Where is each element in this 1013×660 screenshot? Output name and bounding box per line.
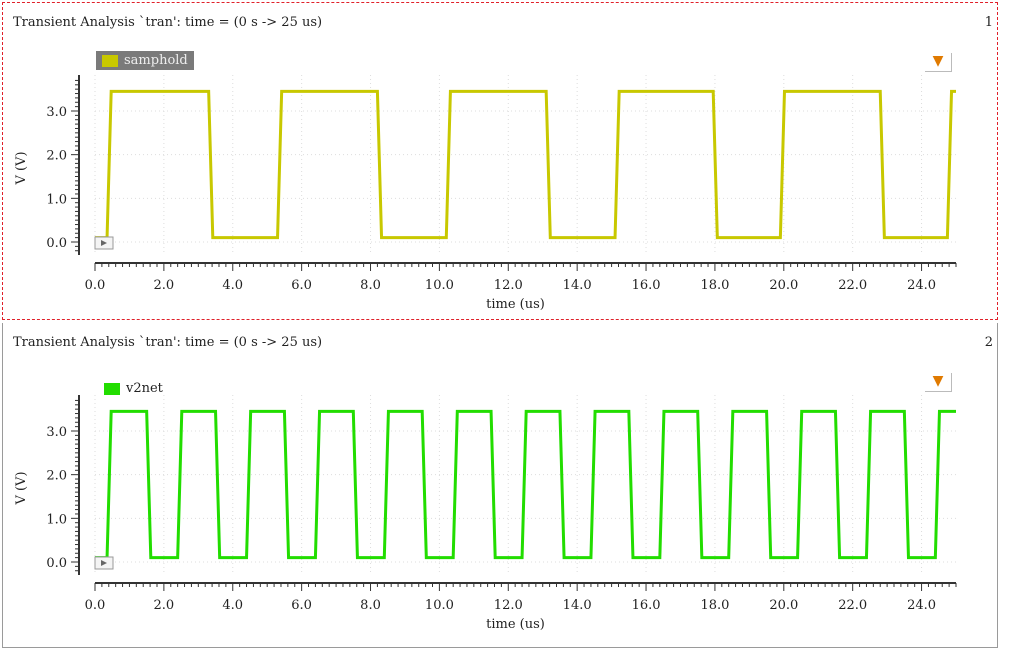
x-tick-label: 10.0: [425, 278, 454, 293]
x-tick-label: 20.0: [769, 278, 798, 293]
x-tick-label: 16.0: [632, 278, 661, 293]
x-tick-label: 22.0: [838, 598, 867, 613]
x-tick-label: 0.0: [85, 598, 106, 613]
x-tick-label: 12.0: [494, 278, 523, 293]
legend-swatch: [102, 54, 118, 67]
y-tick-label: 2.0: [46, 149, 67, 164]
y-tick-label: 1.0: [46, 192, 67, 207]
x-tick-label: 4.0: [222, 598, 243, 613]
legend-label: v2net: [126, 381, 163, 396]
waveform-v2net: [95, 409, 956, 560]
y-tick-label: 2.0: [46, 469, 67, 484]
plot-panel-1[interactable]: Transient Analysis `tran': time = (0 s -…: [2, 2, 998, 320]
x-tick-label: 22.0: [838, 278, 867, 293]
x-tick-label: 18.0: [700, 278, 729, 293]
x-tick-label: 2.0: [154, 598, 175, 613]
filter-icon[interactable]: ▼: [925, 53, 952, 72]
x-tick-label: 6.0: [291, 598, 312, 613]
y-tick-label: 3.0: [46, 425, 67, 440]
y-axis-label: V (V): [14, 471, 29, 505]
plot-panel-2[interactable]: Transient Analysis `tran': time = (0 s -…: [2, 323, 998, 648]
waveform-viewer: Transient Analysis `tran': time = (0 s -…: [0, 0, 1013, 660]
x-tick-label: 14.0: [563, 278, 592, 293]
x-tick-label: 8.0: [360, 278, 381, 293]
y-tick-label: 0.0: [46, 236, 67, 251]
x-tick-label: 24.0: [907, 278, 936, 293]
x-tick-label: 2.0: [154, 278, 175, 293]
x-tick-label: 10.0: [425, 598, 454, 613]
x-tick-label: 14.0: [563, 598, 592, 613]
x-tick-label: 20.0: [769, 598, 798, 613]
plot-area[interactable]: 0.0 2.0 4.0 6.0 8.0 10.0 12.0 14.0 16.0 18.0 20.0 2…: [3, 323, 997, 647]
x-tick-label: 0.0: [85, 278, 106, 293]
x-axis-label: time (us): [486, 297, 545, 312]
y-tick-label: 1.0: [46, 512, 67, 527]
x-axis-label: time (us): [486, 617, 545, 632]
x-tick-label: 24.0: [907, 598, 936, 613]
y-tick-label: 0.0: [46, 556, 67, 571]
legend-item-samphold[interactable]: samphold: [96, 51, 194, 70]
x-tick-label: 8.0: [360, 598, 381, 613]
x-tick-label: 16.0: [632, 598, 661, 613]
x-tick-label: 4.0: [222, 278, 243, 293]
waveform-samphold: [95, 89, 956, 240]
x-tick-label: 12.0: [494, 598, 523, 613]
legend-swatch: [104, 382, 120, 395]
filter-icon[interactable]: ▼: [925, 373, 952, 392]
x-tick-label: 18.0: [700, 598, 729, 613]
legend-item-v2net[interactable]: v2net: [98, 379, 169, 398]
legend-label: samphold: [124, 53, 188, 68]
y-axis-label: V (V): [14, 151, 29, 185]
y-tick-label: 3.0: [46, 105, 67, 120]
x-tick-label: 6.0: [291, 278, 312, 293]
